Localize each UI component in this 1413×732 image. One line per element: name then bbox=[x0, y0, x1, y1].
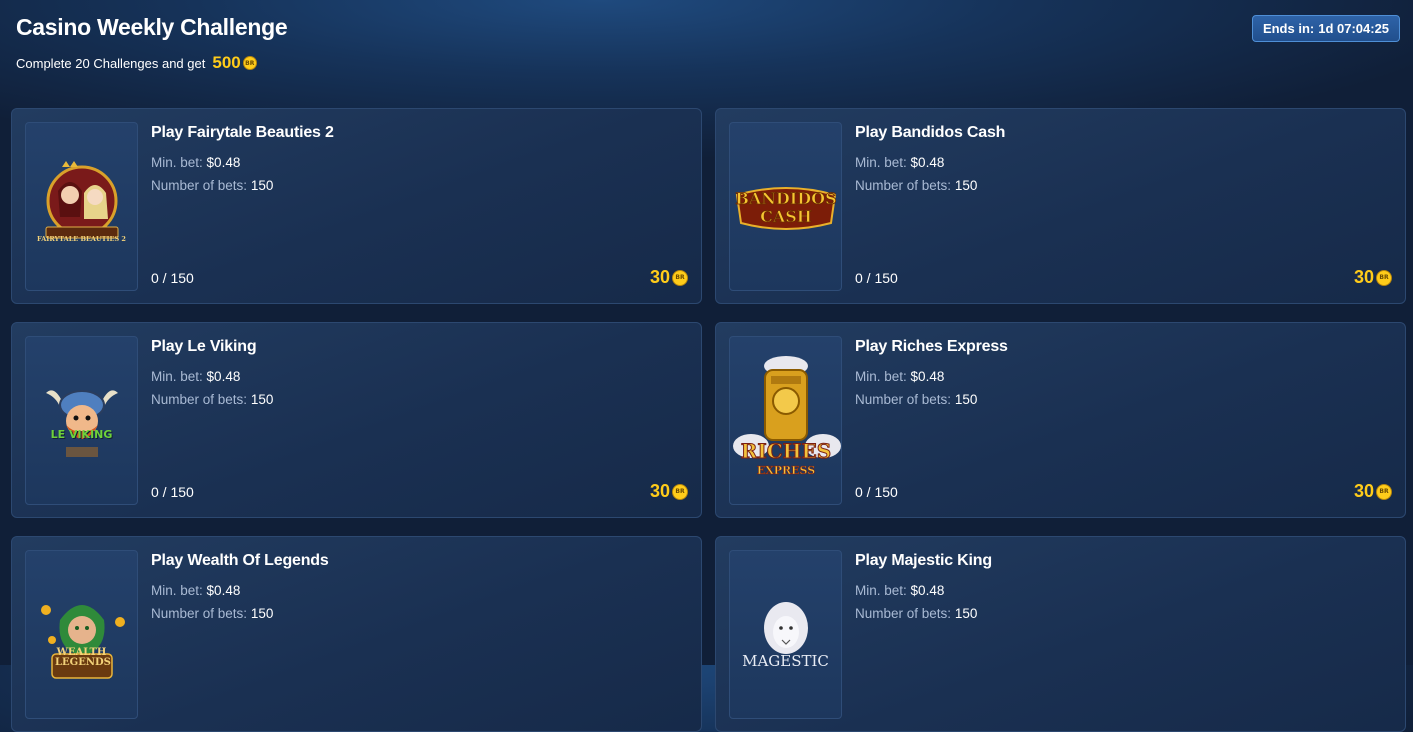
num-bets-row: Number of bets: 150 bbox=[855, 606, 977, 621]
br-coin-icon: BR bbox=[242, 56, 257, 70]
svg-text:CASH: CASH bbox=[760, 207, 812, 226]
challenge-card[interactable]: FAIRYTALE BEAUTIES 2 Play Fairytale Beau… bbox=[11, 108, 702, 304]
min-bet-label: Min. bet: bbox=[855, 369, 907, 384]
min-bet-label: Min. bet: bbox=[855, 583, 907, 598]
num-bets-row: Number of bets: 150 bbox=[855, 392, 977, 407]
min-bet-row: Min. bet: $0.48 bbox=[151, 583, 240, 598]
reward-amount: 30 bbox=[1353, 267, 1374, 287]
subtitle-amount: 500 bbox=[212, 53, 241, 72]
br-coin-icon: BR bbox=[672, 483, 688, 500]
min-bet-label: Min. bet: bbox=[151, 583, 203, 598]
challenge-progress: 0 / 150 bbox=[151, 484, 194, 500]
page-title: Casino Weekly Challenge bbox=[16, 14, 288, 40]
num-bets-label: Number of bets: bbox=[855, 606, 952, 621]
reward-amount: 30 bbox=[649, 267, 670, 287]
num-bets-label: Number of bets: bbox=[151, 392, 248, 407]
wealth-of-legends-art bbox=[40, 604, 125, 679]
game-thumbnail[interactable]: WEALTH LEGENDS bbox=[25, 550, 138, 719]
challenge-reward: 30 BR bbox=[1354, 481, 1392, 502]
num-bets-label: Number of bets: bbox=[151, 606, 248, 621]
min-bet-value: $0.48 bbox=[910, 155, 945, 170]
game-thumbnail[interactable]: BANDIDOS CASH bbox=[729, 122, 842, 291]
challenge-title: Play Riches Express bbox=[855, 338, 1008, 355]
num-bets-value: 150 bbox=[954, 178, 978, 193]
challenge-subtitle: Complete 20 Challenges and get 500 BR bbox=[16, 53, 257, 73]
num-bets-value: 150 bbox=[954, 606, 978, 621]
challenge-card[interactable]: RICHES EXPRESS Play Riches Express Min. … bbox=[715, 322, 1406, 518]
svg-text:BANDIDOS: BANDIDOS bbox=[735, 189, 836, 208]
br-coin-icon: BR bbox=[1376, 269, 1392, 286]
min-bet-row: Min. bet: $0.48 bbox=[151, 155, 240, 170]
challenge-card[interactable]: BANDIDOS CASH Play Bandidos Cash Min. be… bbox=[715, 108, 1406, 304]
min-bet-value: $0.48 bbox=[206, 369, 241, 384]
num-bets-value: 150 bbox=[250, 606, 274, 621]
num-bets-row: Number of bets: 150 bbox=[151, 178, 273, 193]
challenge-title: Play Majestic King bbox=[855, 552, 992, 569]
bandidos-cash-art: BANDIDOS CASH bbox=[734, 186, 837, 230]
min-bet-value: $0.48 bbox=[206, 155, 241, 170]
reward-amount: 30 bbox=[1353, 481, 1374, 501]
game-logo-text: FAIRYTALE BEAUTIES 2 bbox=[37, 235, 126, 243]
svg-text:EXPRESS: EXPRESS bbox=[756, 464, 814, 477]
subtitle-text: Complete 20 Challenges and get bbox=[16, 55, 206, 71]
game-thumbnail[interactable]: FAIRYTALE BEAUTIES 2 bbox=[25, 122, 138, 291]
reward-amount: 30 bbox=[649, 481, 670, 501]
game-thumbnail[interactable]: MAGESTIC bbox=[729, 550, 842, 719]
min-bet-label: Min. bet: bbox=[855, 155, 907, 170]
timer-value: 1d 07:04:25 bbox=[1318, 21, 1390, 36]
challenge-reward: 30 BR bbox=[650, 481, 688, 502]
challenge-progress: 0 / 150 bbox=[151, 270, 194, 286]
br-coin-icon: BR bbox=[672, 269, 688, 286]
challenge-reward: 30 BR bbox=[650, 267, 688, 288]
timer-label: Ends in: bbox=[1262, 21, 1315, 36]
challenge-card[interactable]: WEALTH LEGENDS Play Wealth Of Legends Mi… bbox=[11, 536, 702, 732]
num-bets-value: 150 bbox=[250, 178, 274, 193]
min-bet-label: Min. bet: bbox=[151, 155, 203, 170]
le-viking-art bbox=[45, 389, 118, 457]
challenge-title: Play Le Viking bbox=[151, 338, 257, 355]
challenge-reward: 30 BR bbox=[1354, 267, 1392, 288]
countdown-timer: Ends in: 1d 07:04:25 bbox=[1252, 15, 1400, 42]
min-bet-row: Min. bet: $0.48 bbox=[855, 155, 944, 170]
game-logo-text: WEALTH LEGENDS bbox=[55, 647, 111, 668]
br-coin-icon: BR bbox=[1376, 483, 1392, 500]
min-bet-value: $0.48 bbox=[910, 583, 945, 598]
challenge-card[interactable]: LE VIKING Play Le Viking Min. bet: $0.48… bbox=[11, 322, 702, 518]
majestic-king-art bbox=[763, 601, 808, 654]
game-thumbnail[interactable]: LE VIKING bbox=[25, 336, 138, 505]
challenge-card[interactable]: MAGESTIC Play Majestic King Min. bet: $0… bbox=[715, 536, 1406, 732]
challenge-title: Play Wealth Of Legends bbox=[151, 552, 329, 569]
min-bet-row: Min. bet: $0.48 bbox=[151, 369, 240, 384]
num-bets-row: Number of bets: 150 bbox=[151, 392, 273, 407]
min-bet-value: $0.48 bbox=[910, 369, 945, 384]
num-bets-value: 150 bbox=[250, 392, 274, 407]
challenge-title: Play Fairytale Beauties 2 bbox=[151, 124, 334, 141]
min-bet-row: Min. bet: $0.48 bbox=[855, 583, 944, 598]
riches-express-art: RICHES EXPRESS bbox=[732, 355, 841, 477]
challenge-progress: 0 / 150 bbox=[855, 270, 898, 286]
num-bets-label: Number of bets: bbox=[855, 392, 952, 407]
min-bet-value: $0.48 bbox=[206, 583, 241, 598]
svg-text:RICHES: RICHES bbox=[740, 439, 830, 463]
challenge-progress: 0 / 150 bbox=[855, 484, 898, 500]
game-thumbnail[interactable]: RICHES EXPRESS bbox=[729, 336, 842, 505]
min-bet-row: Min. bet: $0.48 bbox=[855, 369, 944, 384]
num-bets-label: Number of bets: bbox=[151, 178, 248, 193]
num-bets-value: 150 bbox=[954, 392, 978, 407]
challenge-title: Play Bandidos Cash bbox=[855, 124, 1006, 141]
num-bets-row: Number of bets: 150 bbox=[855, 178, 977, 193]
page-header: Casino Weekly Challenge Complete 20 Chal… bbox=[0, 0, 1413, 100]
num-bets-row: Number of bets: 150 bbox=[151, 606, 273, 621]
min-bet-label: Min. bet: bbox=[151, 369, 203, 384]
num-bets-label: Number of bets: bbox=[855, 178, 952, 193]
game-logo-text: MAGESTIC bbox=[742, 652, 829, 670]
game-logo-text: LE VIKING bbox=[50, 428, 113, 441]
